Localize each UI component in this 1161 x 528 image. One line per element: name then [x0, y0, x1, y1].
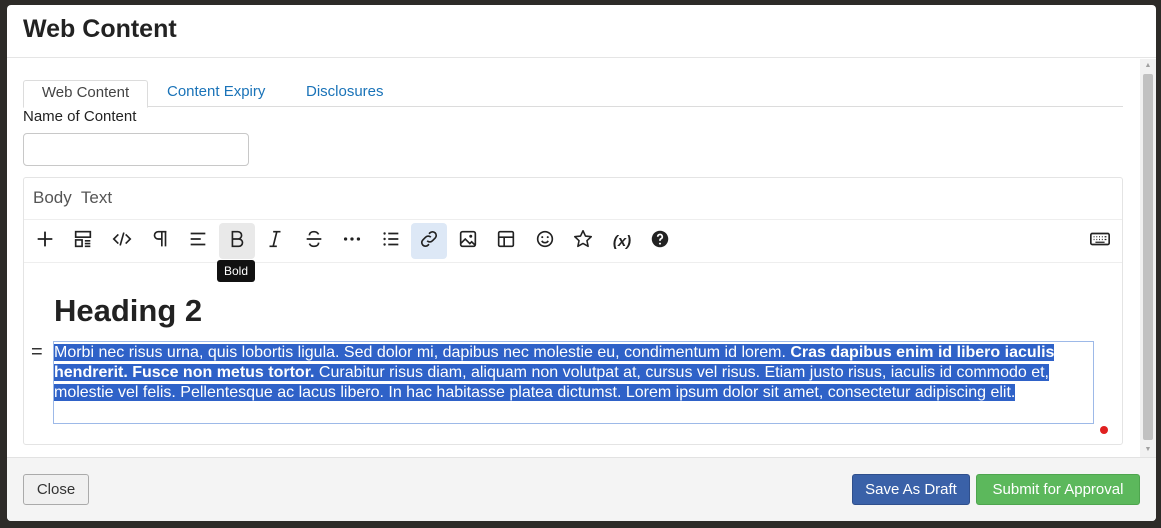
paragraph-text[interactable]: Morbi nec risus urna, quis lobortis ligu…: [54, 343, 1074, 403]
modal-header: Web Content: [7, 5, 1156, 58]
drag-handle-icon[interactable]: =: [31, 342, 43, 362]
link-button[interactable]: [411, 223, 447, 259]
bold-tooltip: Bold: [217, 260, 256, 282]
table-button[interactable]: [488, 223, 524, 259]
scroll-up-arrow[interactable]: ▲: [1140, 59, 1156, 73]
keyboard-shortcuts-button[interactable]: [1082, 223, 1118, 259]
modal-body: Web Content Content Expiry Disclosures N…: [7, 59, 1156, 457]
submit-for-approval-button[interactable]: Submit for Approval: [976, 474, 1140, 505]
scroll-thumb[interactable]: [1143, 74, 1153, 440]
modal-title: Web Content: [23, 15, 177, 43]
more-icon: [341, 228, 363, 255]
table-icon: [495, 228, 517, 255]
list-icon: [380, 228, 402, 255]
special-chars-button[interactable]: [565, 223, 601, 259]
paragraph-text-part1: Morbi nec risus urna, quis lobortis ligu…: [54, 344, 791, 361]
tab-web-content[interactable]: Web Content: [23, 80, 148, 108]
image-button[interactable]: [450, 223, 486, 259]
image-icon: [457, 228, 479, 255]
emoji-button[interactable]: [527, 223, 563, 259]
strikethrough-icon: [303, 228, 325, 255]
content-heading[interactable]: Heading 2: [54, 293, 202, 329]
tab-bar: Web Content Content Expiry Disclosures: [23, 79, 1123, 108]
italic-button[interactable]: [257, 223, 293, 259]
star-icon: [572, 228, 594, 255]
body-text-editor: Body Text (x) Bold Heading 2 = Morbi nec…: [23, 177, 1123, 445]
insert-button[interactable]: [27, 223, 63, 259]
scroll-down-arrow[interactable]: ▼: [1140, 443, 1156, 457]
plus-icon: [34, 228, 56, 255]
emoji-icon: [534, 228, 556, 255]
variable-button[interactable]: (x): [604, 223, 640, 259]
fragments-icon: [72, 228, 94, 255]
paragraph-icon: [149, 228, 171, 255]
body-text-label: Body Text: [33, 188, 113, 207]
editor-toolbar: (x): [24, 219, 1122, 263]
variable-icon: (x): [612, 232, 632, 250]
name-of-content-input[interactable]: [23, 133, 249, 166]
web-content-modal: Web Content Web Content Content Expiry D…: [7, 5, 1156, 521]
link-icon: [418, 228, 440, 255]
align-icon: [187, 228, 209, 255]
italic-icon: [264, 228, 286, 255]
bold-icon: [226, 228, 248, 255]
modal-footer: Close Save As Draft Submit for Approval: [7, 457, 1156, 521]
name-of-content-label: Name of Content: [23, 108, 137, 125]
bold-button[interactable]: [219, 223, 255, 259]
keyboard-icon: [1089, 228, 1111, 255]
status-dot: [1100, 426, 1108, 434]
source-code-button[interactable]: [104, 223, 140, 259]
strikethrough-button[interactable]: [296, 223, 332, 259]
fragments-button[interactable]: [65, 223, 101, 259]
code-icon: [111, 228, 133, 255]
save-as-draft-button[interactable]: Save As Draft: [852, 474, 970, 505]
modal-scrollbar[interactable]: ▲ ▼: [1140, 59, 1156, 457]
close-button[interactable]: Close: [23, 474, 89, 505]
tab-disclosures[interactable]: Disclosures: [306, 80, 384, 108]
selected-paragraph[interactable]: Morbi nec risus urna, quis lobortis ligu…: [53, 341, 1094, 424]
align-button[interactable]: [180, 223, 216, 259]
more-button[interactable]: [334, 223, 370, 259]
tab-content-expiry[interactable]: Content Expiry: [167, 80, 265, 108]
bulleted-list-button[interactable]: [373, 223, 409, 259]
paragraph-button[interactable]: [142, 223, 178, 259]
help-button[interactable]: [642, 223, 678, 259]
help-icon: [649, 228, 671, 255]
